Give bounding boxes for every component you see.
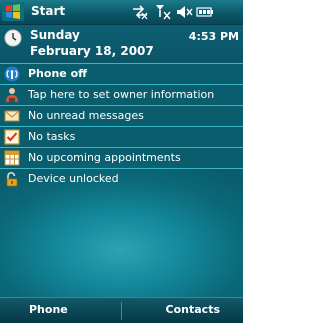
- padlock-open-icon: [6, 172, 18, 187]
- phone-antenna-icon: [4, 66, 20, 82]
- today-item-label: No unread messages: [28, 109, 144, 122]
- owner-icon: [6, 88, 18, 102]
- battery-icon[interactable]: [196, 4, 214, 20]
- time-text[interactable]: 4:53 PM: [189, 30, 239, 43]
- today-item-label: No upcoming appointments: [28, 151, 181, 164]
- softkey-divider: [121, 302, 122, 320]
- data-connection-icon[interactable]: [131, 4, 149, 20]
- envelope-icon: [4, 110, 20, 122]
- today-item-owner[interactable]: Tap here to set owner information: [0, 85, 243, 105]
- tasks-checkbox-icon: [4, 129, 20, 145]
- date-time-header[interactable]: Sunday February 18, 2007 4:53 PM: [0, 25, 243, 64]
- windows-start-icon[interactable]: [2, 2, 24, 21]
- softkey-bar: Phone Contacts: [0, 297, 243, 323]
- clock-icon: [4, 29, 22, 47]
- today-item-label: No tasks: [28, 130, 76, 143]
- date-text: February 18, 2007: [30, 44, 154, 58]
- today-screen: Start Sunday February 18, 2007 4:53 PM P…: [0, 0, 243, 323]
- today-item-tasks[interactable]: No tasks: [0, 127, 243, 147]
- today-item-appointments[interactable]: No upcoming appointments: [0, 148, 243, 168]
- contacts-softkey[interactable]: Contacts: [166, 303, 220, 316]
- calendar-icon: [4, 150, 20, 166]
- title-bar: Start: [0, 0, 243, 25]
- today-item-label: Device unlocked: [28, 172, 119, 185]
- today-item-label: Phone off: [28, 67, 88, 80]
- phone-softkey[interactable]: Phone: [29, 303, 68, 316]
- today-item-messages[interactable]: No unread messages: [0, 106, 243, 126]
- signal-off-icon[interactable]: [155, 4, 171, 20]
- today-item-label: Tap here to set owner information: [28, 88, 215, 101]
- volume-muted-icon[interactable]: [176, 4, 193, 20]
- start-menu-label[interactable]: Start: [31, 4, 65, 18]
- today-item-phone[interactable]: Phone off: [0, 64, 243, 84]
- today-item-device-lock[interactable]: Device unlocked: [0, 169, 243, 189]
- day-of-week: Sunday: [30, 28, 80, 42]
